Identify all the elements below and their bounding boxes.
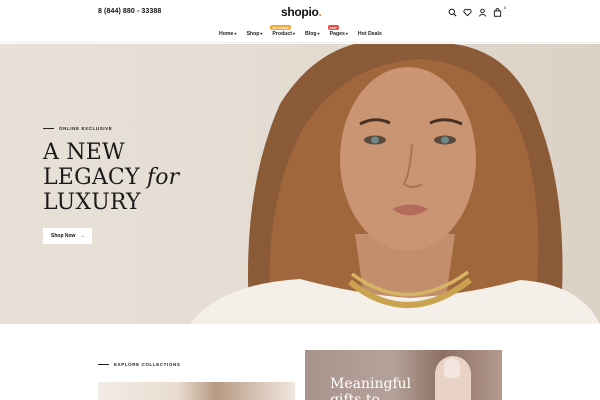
header-icons: 0 [448, 5, 506, 17]
hero-eyebrow: ONLINE EXCLUSIVE [43, 126, 179, 131]
nav-item-label: Home [219, 31, 234, 37]
eyebrow-line [43, 128, 54, 129]
heart-icon[interactable] [463, 8, 472, 17]
gift-title-line-2: gifts to [330, 392, 380, 400]
nav-item-home[interactable]: Home▾ [219, 31, 236, 37]
top-bar: 8 (844) 880 - 33388 shopio. 0 [0, 0, 600, 26]
nav-item-product[interactable]: FEATURED Product▾ [270, 25, 296, 37]
gift-nail-image [444, 358, 460, 378]
shop-now-button[interactable]: Shop Now → [43, 228, 93, 244]
logo[interactable]: shopio. [281, 5, 322, 19]
user-icon[interactable] [478, 8, 487, 17]
hero-banner: ONLINE EXCLUSIVE A NEW LEGACY for LUXURY… [0, 44, 600, 324]
chevron-down-icon: ▾ [317, 31, 320, 36]
collections-eyebrow: EXPLORE COLLECTIONS [98, 362, 180, 367]
nav-item-hot-deals[interactable]: Hot Deals [358, 31, 382, 37]
cart-count: 0 [503, 5, 506, 10]
logo-dot: . [318, 5, 322, 19]
hero-portrait-image [190, 44, 600, 324]
chevron-down-icon: ▾ [345, 31, 348, 36]
nav-badge: NEW [327, 25, 339, 30]
nav-item-blog[interactable]: Blog▾ [305, 31, 320, 37]
headline-line-2b: for [146, 165, 180, 190]
search-icon[interactable] [448, 8, 457, 17]
hero-headline: A NEW LEGACY for LUXURY [43, 140, 179, 215]
hero-content: ONLINE EXCLUSIVE A NEW LEGACY for LUXURY… [43, 126, 179, 244]
headline-line-2a: LEGACY [43, 165, 147, 190]
hero-eyebrow-text: ONLINE EXCLUSIVE [59, 126, 113, 131]
gift-title: Meaningful gifts to [330, 376, 411, 400]
nav-item-shop[interactable]: Shop▾ [246, 31, 262, 37]
nav-items: Home▾ Shop▾ FEATURED Product▾ Blog▾ NEW Pages▾… [219, 25, 382, 37]
headline-line-1: A NEW [43, 140, 125, 165]
headline-line-2: LEGACY for [43, 165, 179, 190]
gift-title-line-1: Meaningful [330, 376, 412, 392]
chevron-down-icon: ▾ [293, 31, 296, 36]
collections-eyebrow-line [98, 364, 109, 365]
gift-promo-card[interactable]: Meaningful gifts to [305, 350, 502, 400]
nav-badge: FEATURED [270, 25, 291, 30]
nav-item-label: Blog [305, 31, 317, 37]
phone-number[interactable]: 8 (844) 880 - 33388 [98, 8, 161, 15]
nav-item-pages[interactable]: NEW Pages▾ [327, 25, 348, 37]
headline-line-3: LUXURY [43, 190, 141, 215]
logo-text: shopio [281, 5, 319, 19]
arrow-right-icon: → [79, 233, 85, 239]
collections-eyebrow-text: EXPLORE COLLECTIONS [114, 362, 181, 367]
nav-item-label: Shop [246, 31, 260, 37]
chevron-down-icon: ▾ [234, 31, 237, 36]
nav-item-label: Product [272, 31, 293, 37]
nav-item-label: Hot Deals [357, 31, 382, 37]
cart-icon[interactable]: 0 [493, 5, 506, 17]
collection-image[interactable] [98, 382, 295, 400]
main-nav: Home▾ Shop▾ FEATURED Product▾ Blog▾ NEW Pages▾… [0, 25, 600, 43]
nav-item-label: Pages [329, 31, 345, 37]
chevron-down-icon: ▾ [260, 31, 263, 36]
shop-now-label: Shop Now [51, 233, 76, 239]
